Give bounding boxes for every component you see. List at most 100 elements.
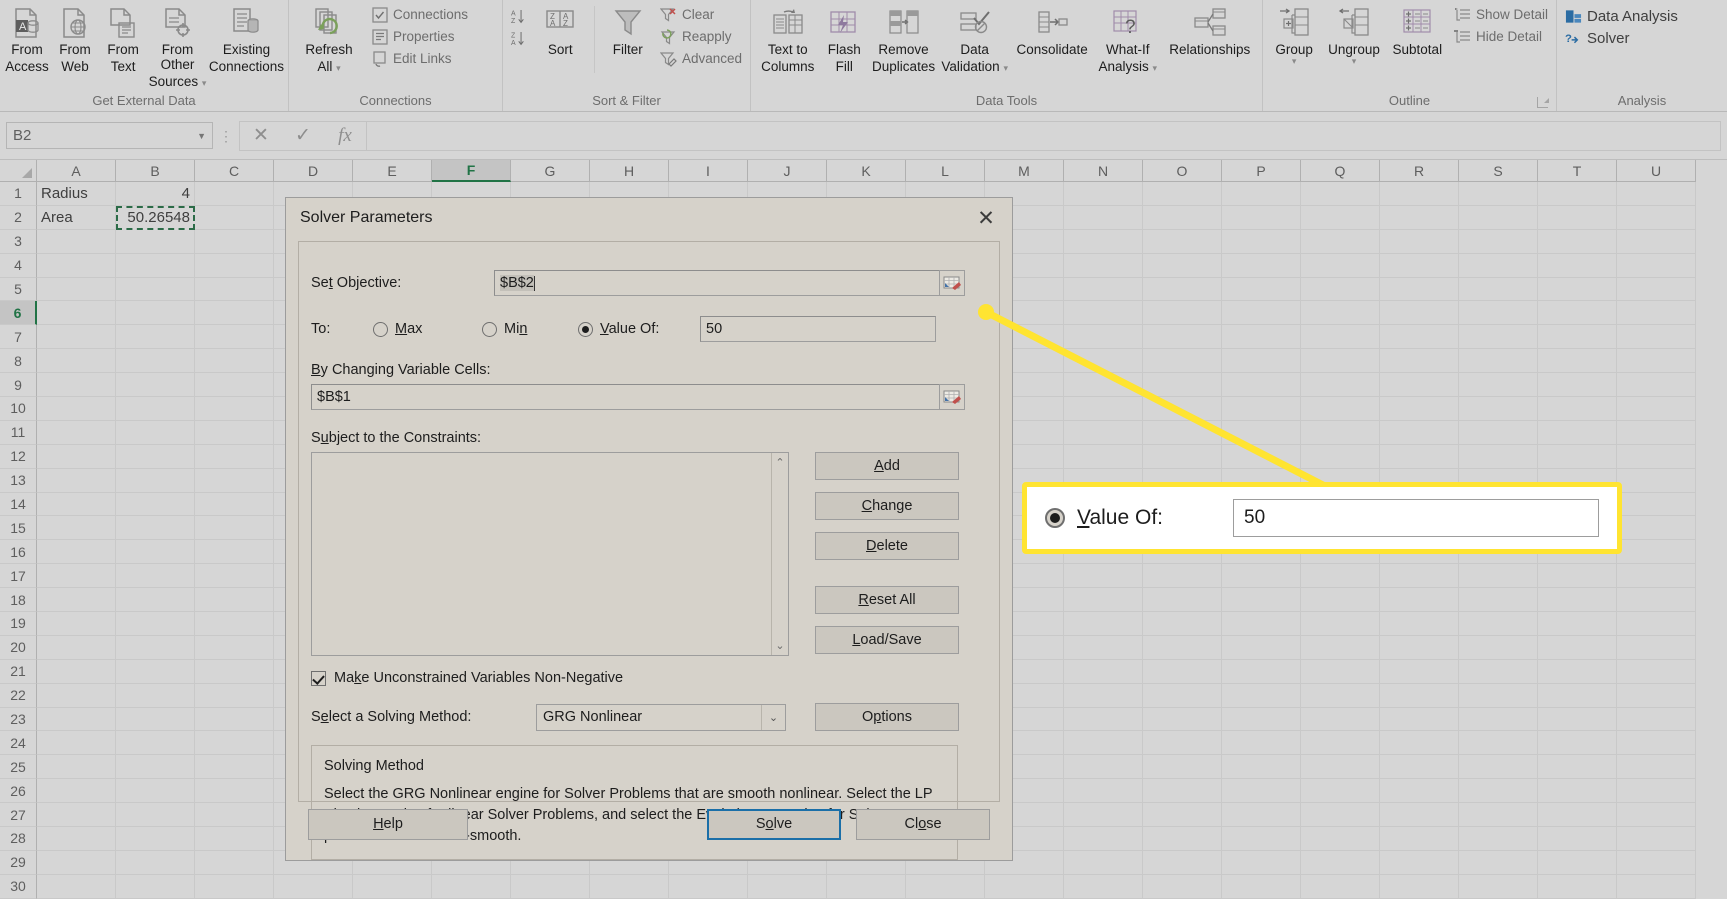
cell-T27[interactable] xyxy=(1538,803,1617,828)
chevron-down-icon[interactable]: ▾ xyxy=(336,63,341,73)
cell-A19[interactable] xyxy=(37,612,116,636)
cell-U12[interactable] xyxy=(1617,444,1696,469)
cell-A23[interactable] xyxy=(37,707,116,732)
cell-B19[interactable] xyxy=(116,612,195,636)
radio-value-of-indicator[interactable] xyxy=(578,321,593,337)
cell-U29[interactable] xyxy=(1617,850,1696,875)
cell-Q25[interactable] xyxy=(1301,755,1380,780)
consolidate-button[interactable]: Consolidate xyxy=(1010,2,1094,57)
cell-U20[interactable] xyxy=(1617,635,1696,660)
cell-T6[interactable] xyxy=(1538,301,1617,326)
add-constraint-button[interactable]: Add xyxy=(815,452,959,480)
cell-T11[interactable] xyxy=(1538,420,1617,445)
cell-T3[interactable] xyxy=(1538,229,1617,254)
cell-N27[interactable] xyxy=(1064,803,1143,828)
cell-U9[interactable] xyxy=(1617,373,1696,398)
cell-T26[interactable] xyxy=(1538,779,1617,804)
row-header-8[interactable]: 8 xyxy=(0,349,37,374)
cell-B25[interactable] xyxy=(116,755,195,780)
outline-dialog-launcher[interactable] xyxy=(1537,97,1549,108)
cell-C29[interactable] xyxy=(195,850,274,875)
reset-all-button[interactable]: Reset All xyxy=(815,586,959,614)
callout-radio-value-of-indicator[interactable] xyxy=(1045,508,1065,528)
cell-A4[interactable] xyxy=(37,253,116,278)
cell-B30[interactable] xyxy=(116,874,195,899)
cell-T9[interactable] xyxy=(1538,373,1617,398)
cell-P22[interactable] xyxy=(1222,683,1301,708)
close-button[interactable]: Cl o se xyxy=(856,808,991,840)
cell-F30[interactable] xyxy=(432,874,511,899)
cell-C3[interactable] xyxy=(195,229,274,254)
column-header-R[interactable]: R xyxy=(1380,160,1459,182)
cell-N17[interactable] xyxy=(1064,564,1143,589)
cell-B20[interactable] xyxy=(116,635,195,660)
cell-Q8[interactable] xyxy=(1301,349,1380,374)
cell-A14[interactable] xyxy=(37,492,116,517)
cell-O26[interactable] xyxy=(1143,779,1222,804)
cell-E30[interactable] xyxy=(353,874,432,899)
row-header-7[interactable]: 7 xyxy=(0,325,37,350)
column-header-B[interactable]: B xyxy=(116,160,195,182)
cell-Q12[interactable] xyxy=(1301,444,1380,469)
filter-button[interactable]: Filter xyxy=(601,2,654,57)
cell-J30[interactable] xyxy=(748,874,827,899)
row-header-21[interactable]: 21 xyxy=(0,659,37,684)
from-other-sources-button[interactable]: From Other Sources ▾ xyxy=(148,2,207,89)
column-header-D[interactable]: D xyxy=(274,160,353,182)
cell-P4[interactable] xyxy=(1222,253,1301,278)
chevron-up-icon[interactable]: ⌃ xyxy=(775,456,784,469)
cell-P3[interactable] xyxy=(1222,229,1301,254)
cell-P29[interactable] xyxy=(1222,850,1301,875)
cell-N21[interactable] xyxy=(1064,659,1143,684)
row-header-18[interactable]: 18 xyxy=(0,588,37,613)
cell-S22[interactable] xyxy=(1459,683,1538,708)
cell-C28[interactable] xyxy=(195,827,274,851)
advanced-filter-button[interactable]: Advanced xyxy=(656,48,746,69)
callout-value-of-input[interactable]: 50 xyxy=(1233,499,1599,537)
column-header-T[interactable]: T xyxy=(1538,160,1617,182)
cell-Q20[interactable] xyxy=(1301,635,1380,660)
cell-B18[interactable] xyxy=(116,588,195,613)
column-header-S[interactable]: S xyxy=(1459,160,1538,182)
clear-filter-button[interactable]: Clear xyxy=(656,4,746,25)
row-header-25[interactable]: 25 xyxy=(0,755,37,780)
cell-Q27[interactable] xyxy=(1301,803,1380,828)
cell-T21[interactable] xyxy=(1538,659,1617,684)
cell-T18[interactable] xyxy=(1538,588,1617,613)
cell-C1[interactable] xyxy=(195,182,274,206)
cell-U16[interactable] xyxy=(1617,540,1696,565)
cell-Q6[interactable] xyxy=(1301,301,1380,326)
value-of-input[interactable]: 50 xyxy=(700,316,936,342)
cell-K30[interactable] xyxy=(827,874,906,899)
cell-S30[interactable] xyxy=(1459,874,1538,899)
cell-C13[interactable] xyxy=(195,468,274,493)
sort-descending-button[interactable]: Z A xyxy=(507,28,532,49)
column-header-O[interactable]: O xyxy=(1143,160,1222,182)
set-objective-range-picker-button[interactable] xyxy=(939,270,965,296)
cell-C8[interactable] xyxy=(195,349,274,374)
row-header-22[interactable]: 22 xyxy=(0,683,37,708)
cell-O4[interactable] xyxy=(1143,253,1222,278)
cell-T7[interactable] xyxy=(1538,325,1617,350)
cell-U23[interactable] xyxy=(1617,707,1696,732)
from-text-button[interactable]: From Text xyxy=(100,2,146,74)
cell-U22[interactable] xyxy=(1617,683,1696,708)
cell-T4[interactable] xyxy=(1538,253,1617,278)
cell-R22[interactable] xyxy=(1380,683,1459,708)
cell-R19[interactable] xyxy=(1380,612,1459,636)
cell-Q11[interactable] xyxy=(1301,420,1380,445)
cell-N11[interactable] xyxy=(1064,420,1143,445)
formula-bar-grip[interactable]: ⋮ xyxy=(213,129,239,143)
cell-B26[interactable] xyxy=(116,779,195,804)
confirm-icon[interactable]: ✓ xyxy=(282,122,324,150)
cell-S7[interactable] xyxy=(1459,325,1538,350)
cell-U24[interactable] xyxy=(1617,731,1696,756)
cell-R18[interactable] xyxy=(1380,588,1459,613)
cell-B17[interactable] xyxy=(116,564,195,589)
cell-R1[interactable] xyxy=(1380,182,1459,206)
cell-O7[interactable] xyxy=(1143,325,1222,350)
load-save-button[interactable]: Load/Save xyxy=(815,626,959,654)
solver-button[interactable]: ? Solver xyxy=(1561,28,1682,49)
cell-Q3[interactable] xyxy=(1301,229,1380,254)
cell-R27[interactable] xyxy=(1380,803,1459,828)
